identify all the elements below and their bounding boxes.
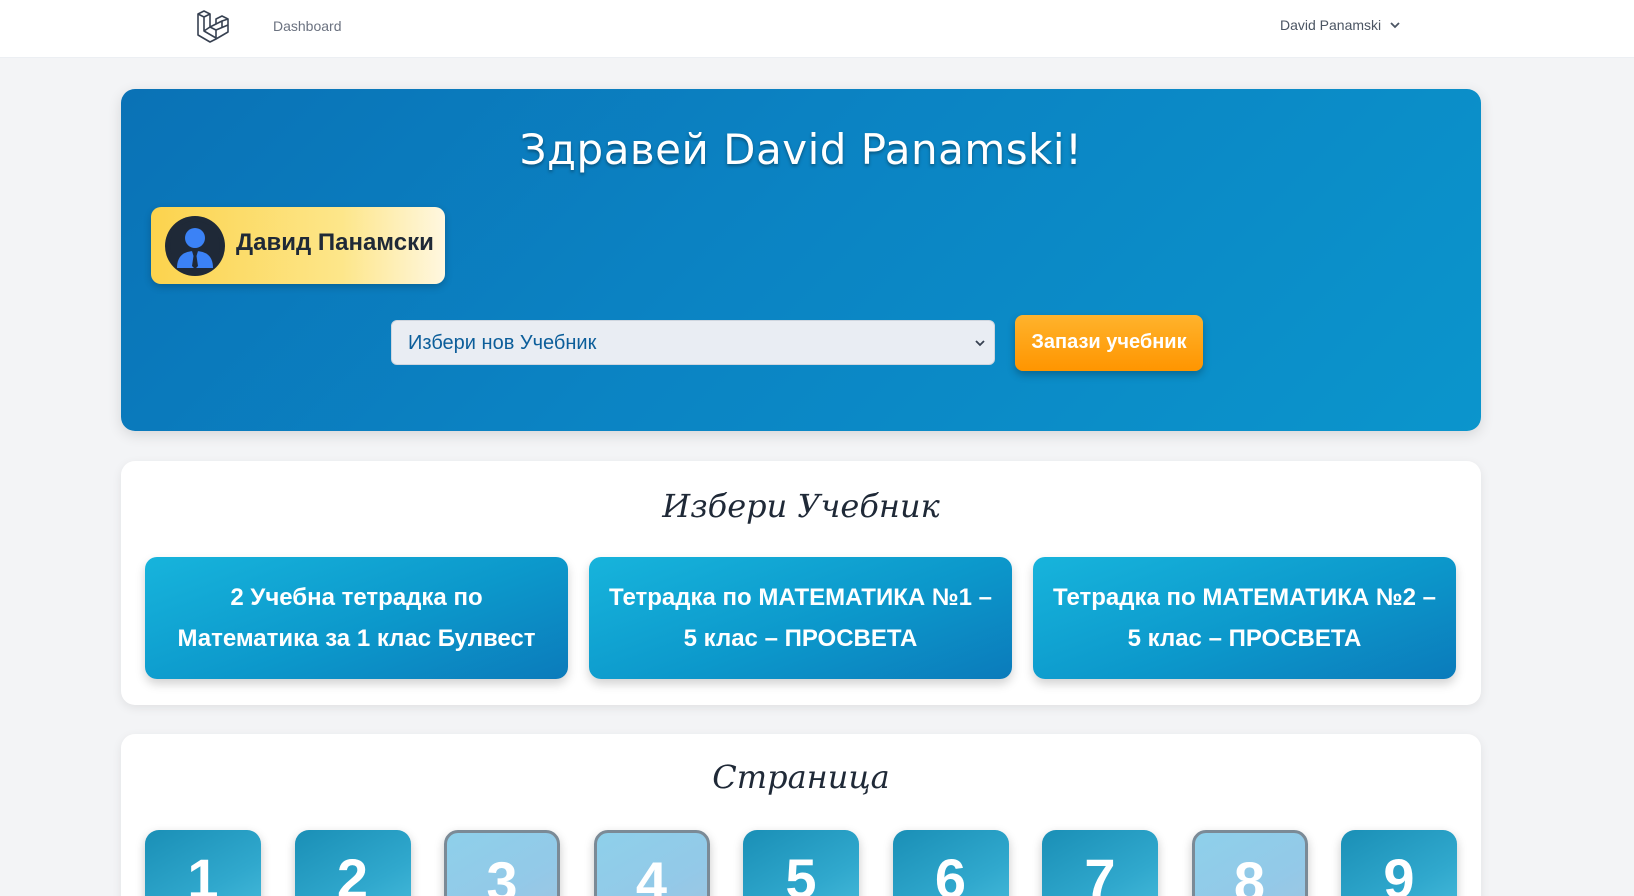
textbook-card-label: Тетрадка по МАТЕМАТИКА №2 – 5 клас – ПРО… — [1053, 584, 1436, 652]
page-number: 1 — [187, 847, 219, 896]
page-number: 3 — [486, 850, 518, 896]
profile-name: Давид Панамски — [236, 229, 434, 256]
page-number: 8 — [1233, 850, 1266, 896]
user-name: David Panamski — [1280, 17, 1382, 33]
page-tile[interactable]: 5 — [743, 830, 859, 896]
chevron-down-icon — [1390, 22, 1400, 29]
textbook-card[interactable]: 2 Учебна тетрадка по Математика за 1 кла… — [145, 557, 568, 679]
page-number: 4 — [635, 850, 668, 896]
laravel-logo-icon[interactable] — [195, 10, 229, 44]
welcome-title: Здравей David Panamski! — [519, 125, 1083, 174]
textbook-card[interactable]: Тетрадка по МАТЕМАТИКА №2 – 5 клас – ПРО… — [1033, 557, 1456, 679]
welcome-banner: Здравей David Panamski! Давид Панамски И… — [121, 89, 1481, 431]
textbook-chooser-panel: Избери Учебник 2 Учебна тетрадка по Мате… — [121, 461, 1481, 705]
top-navigation: Dashboard David Panamski — [0, 0, 1634, 58]
page-number: 2 — [336, 847, 369, 896]
page-tile[interactable]: 3 — [444, 830, 560, 896]
page-number: 7 — [1084, 847, 1116, 896]
page-tile[interactable]: 1 — [145, 830, 261, 896]
user-menu-dropdown[interactable]: David Panamski — [1280, 17, 1401, 33]
page-tile[interactable]: 4 — [593, 830, 710, 896]
save-textbook-button[interactable]: Запази учебник — [1015, 315, 1203, 371]
page-number: 9 — [1383, 847, 1415, 896]
textbook-select[interactable]: Избери нов Учебник — [391, 320, 995, 365]
page-tile[interactable]: 2 — [294, 830, 411, 896]
save-textbook-label: Запази учебник — [1031, 331, 1187, 353]
textbook-card[interactable]: Тетрадка по МАТЕМАТИКА №1 – 5 клас – ПРО… — [589, 557, 1012, 679]
page-number: 5 — [785, 847, 817, 896]
profile-card: Давид Панамски — [151, 207, 445, 284]
nav-dashboard-link[interactable]: Dashboard — [273, 18, 342, 34]
page-tile[interactable]: 8 — [1191, 830, 1308, 896]
pages-panel: Страница 1 2 3 4 5 6 7 8 9 — [121, 734, 1481, 896]
chevron-down-icon — [975, 340, 985, 347]
page-tile[interactable]: 9 — [1341, 830, 1457, 896]
textbook-select-value: Избери нов Учебник — [408, 332, 597, 354]
page-tile[interactable]: 7 — [1042, 830, 1158, 896]
textbook-card-label: Тетрадка по МАТЕМАТИКА №1 – 5 клас – ПРО… — [609, 584, 992, 652]
textbook-chooser-title: Избери Учебник — [662, 487, 940, 525]
page-tile[interactable]: 6 — [892, 830, 1009, 896]
user-avatar-icon — [165, 216, 225, 276]
textbook-card-label: 2 Учебна тетрадка по Математика за 1 кла… — [177, 584, 536, 652]
pages-title: Страница — [712, 758, 890, 796]
page-number: 6 — [934, 847, 967, 896]
